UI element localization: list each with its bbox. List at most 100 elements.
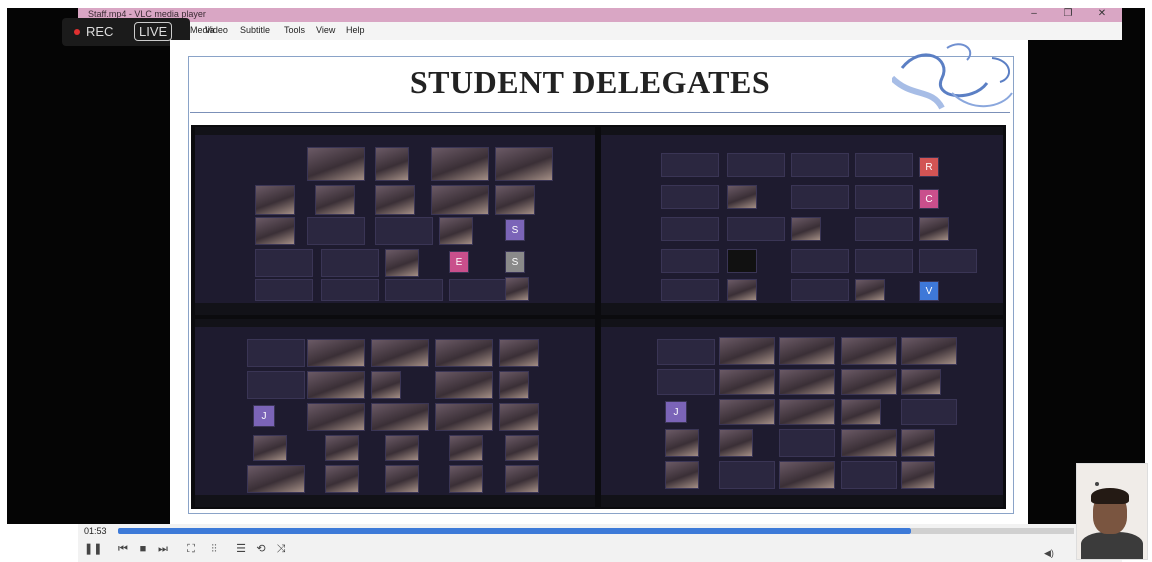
participant-tile <box>855 279 885 301</box>
participant-tile <box>449 465 483 493</box>
participant-tile <box>499 371 529 399</box>
participant-tile <box>661 249 719 273</box>
pause-icon[interactable]: ❚❚ <box>84 542 102 556</box>
slide-divider <box>190 112 1010 113</box>
participant-tile <box>449 279 507 301</box>
seek-bar[interactable] <box>118 528 911 534</box>
participant-tile <box>661 279 719 301</box>
menu-video[interactable]: Video <box>205 25 228 35</box>
participant-tile <box>505 465 539 493</box>
participant-tile <box>307 371 365 399</box>
maximize-button[interactable]: ❐ <box>1058 8 1078 19</box>
elapsed-time: 01:53 <box>84 526 107 536</box>
participant-initial-tile: C <box>919 189 939 209</box>
menu-tools[interactable]: Tools <box>284 25 305 35</box>
zoom-panel-4: J <box>601 319 1003 507</box>
participant-tile <box>315 185 355 215</box>
participant-tile <box>901 369 941 395</box>
participant-tile <box>435 371 493 399</box>
participant-tile <box>505 435 539 461</box>
participant-tile <box>661 153 719 177</box>
participant-tile <box>841 461 897 489</box>
zoom-panel-3: J <box>195 319 595 507</box>
participant-tile <box>375 217 433 245</box>
participant-tile <box>841 399 881 425</box>
participant-tile <box>841 337 897 365</box>
extended-settings-icon[interactable]: ⫶⫶ <box>206 542 222 556</box>
participant-initial-tile: S <box>505 251 525 273</box>
zoom-panel-1: S E S <box>195 127 595 315</box>
loop-icon[interactable]: ⟲ <box>254 542 268 556</box>
participant-tile <box>307 339 365 367</box>
participant-tile <box>253 435 287 461</box>
participant-tile <box>435 403 493 431</box>
decorative-swirl-icon <box>892 43 1013 110</box>
participant-tile <box>307 403 365 431</box>
participant-tile <box>791 249 849 273</box>
participant-tile <box>431 147 489 181</box>
participant-tile <box>727 217 785 241</box>
participant-tile <box>919 249 977 273</box>
participant-tile <box>385 465 419 493</box>
seek-bar-remaining[interactable] <box>911 528 1074 534</box>
participant-tile <box>449 435 483 461</box>
participant-tile <box>661 217 719 241</box>
zoom-gallery-collage: S E S R C V J J <box>191 125 1006 509</box>
participant-tile <box>325 435 359 461</box>
participant-tile <box>719 461 775 489</box>
participant-tile <box>779 399 835 425</box>
participant-tile <box>841 369 897 395</box>
shuffle-icon[interactable]: ⤨ <box>274 542 288 556</box>
participant-tile <box>779 429 835 457</box>
participant-tile <box>255 279 313 301</box>
participant-tile <box>901 461 935 489</box>
stop-icon[interactable]: ■ <box>136 542 150 556</box>
record-dot-icon <box>74 29 80 35</box>
volume-icon[interactable]: ◀) <box>1044 548 1054 559</box>
participant-tile <box>719 429 753 457</box>
participant-tile <box>657 369 715 395</box>
participant-tile <box>661 185 719 209</box>
participant-tile <box>505 277 529 301</box>
participant-tile <box>855 153 913 177</box>
participant-tile <box>375 147 409 181</box>
participant-tile <box>901 337 957 365</box>
menu-help[interactable]: Help <box>346 25 365 35</box>
participant-tile <box>495 185 535 215</box>
menu-view[interactable]: View <box>316 25 335 35</box>
participant-tile <box>371 371 401 399</box>
playlist-icon[interactable]: ☰ <box>234 542 248 556</box>
participant-tile <box>727 185 757 209</box>
minimize-button[interactable]: – <box>1024 8 1044 19</box>
participant-tile <box>371 403 429 431</box>
participant-tile <box>307 147 365 181</box>
participant-tile <box>791 217 821 241</box>
participant-tile <box>855 185 913 209</box>
participant-tile <box>779 461 835 489</box>
participant-tile <box>719 399 775 425</box>
participant-tile <box>841 429 897 457</box>
participant-tile <box>385 279 443 301</box>
close-button[interactable]: ✕ <box>1092 8 1112 19</box>
window-titlebar: Staff.mp4 - VLC media player – ❐ ✕ <box>78 8 1122 22</box>
participant-tile <box>719 369 775 395</box>
participant-tile <box>855 217 913 241</box>
participant-tile <box>247 465 305 493</box>
participant-tile <box>791 279 849 301</box>
camera-icon <box>1095 482 1099 486</box>
participant-tile <box>779 369 835 395</box>
participant-tile <box>247 371 305 399</box>
participant-tile <box>307 217 365 245</box>
participant-tile <box>321 249 379 277</box>
participant-tile <box>779 337 835 365</box>
participant-tile <box>371 339 429 367</box>
menu-subtitle[interactable]: Subtitle <box>240 25 270 35</box>
participant-tile <box>495 147 553 181</box>
previous-icon[interactable]: ⏮ <box>116 542 130 556</box>
participant-tile <box>665 461 699 489</box>
fullscreen-icon[interactable]: ⛶ <box>184 542 198 556</box>
participant-tile <box>325 465 359 493</box>
participant-tile <box>791 185 849 209</box>
next-icon[interactable]: ⏭ <box>156 542 170 556</box>
participant-tile <box>321 279 379 301</box>
